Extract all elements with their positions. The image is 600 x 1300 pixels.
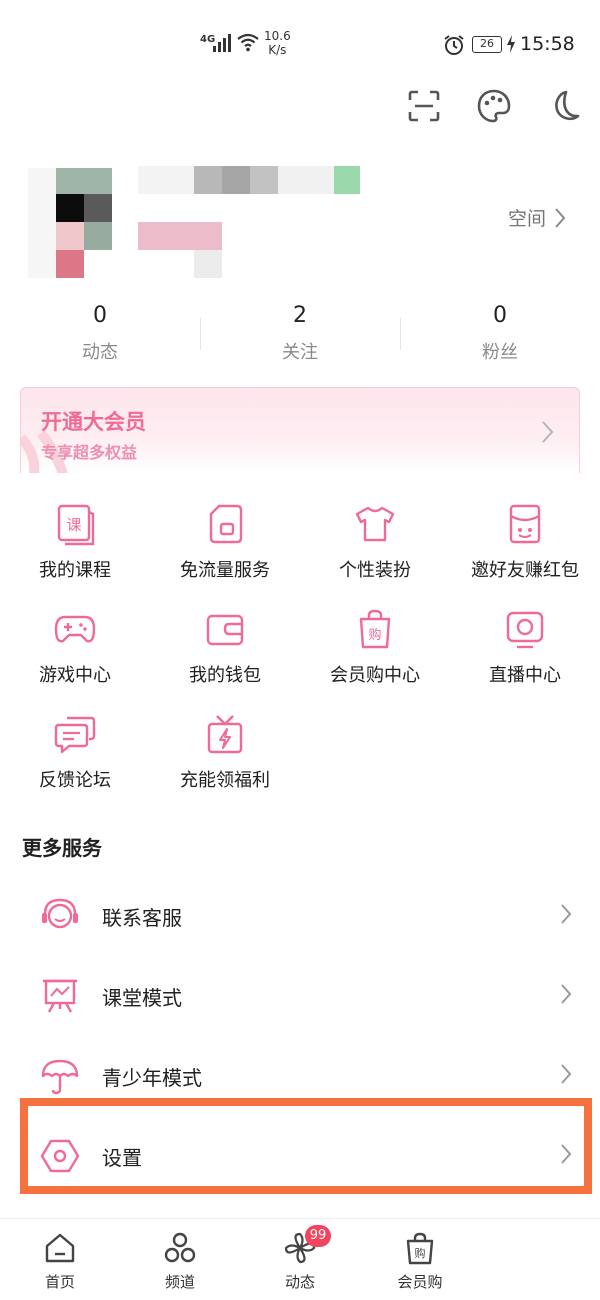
- shopping-bag-icon: 购: [406, 1232, 434, 1265]
- service-label: 免流量服务: [180, 560, 270, 581]
- tshirt-icon: [355, 506, 395, 542]
- headset-icon: [42, 898, 78, 929]
- space-label: 空间: [508, 208, 547, 230]
- nav-channels[interactable]: 频道: [135, 1231, 225, 1292]
- stat-value: 0: [493, 303, 507, 328]
- nav-label: 动态: [284, 1273, 315, 1291]
- wallet-icon: [206, 614, 244, 646]
- nav-label: 频道: [164, 1273, 195, 1291]
- stat-value: 2: [293, 303, 307, 328]
- service-invite-friends[interactable]: 邀好友赚红包: [450, 502, 600, 592]
- service-feedback-forum[interactable]: 反馈论坛: [0, 712, 150, 802]
- nav-home[interactable]: 首页: [15, 1231, 105, 1292]
- gamepad-icon: [54, 615, 96, 643]
- stats-bar: 0 动态 2 关注 0 粉丝: [0, 300, 600, 372]
- stat-label: 粉丝: [482, 342, 518, 363]
- service-live-center[interactable]: 直播中心: [450, 607, 600, 697]
- service-label: 个性装扮: [339, 560, 411, 581]
- chevron-right-icon: [561, 984, 572, 1004]
- nav-label: 首页: [44, 1273, 75, 1291]
- svg-text:购: 购: [415, 1246, 426, 1260]
- list-item-classroom-mode[interactable]: 课堂模式: [20, 956, 580, 1036]
- service-label: 直播中心: [489, 665, 561, 686]
- nav-dynamics[interactable]: 99 动态: [255, 1225, 345, 1292]
- alarm-icon: [444, 35, 464, 55]
- chat-bubbles-icon: [54, 716, 96, 754]
- umbrella-icon: [41, 1059, 79, 1095]
- vip-banner[interactable]: 开通大会员 专享超多权益: [20, 387, 580, 473]
- nav-label: 会员购: [397, 1273, 443, 1291]
- chevron-right-icon: [561, 1064, 572, 1084]
- service-game-center[interactable]: 游戏中心: [0, 607, 150, 697]
- service-wallet[interactable]: 我的钱包: [150, 607, 300, 697]
- avatar[interactable]: [28, 164, 124, 282]
- service-label: 会员购中心: [330, 665, 420, 686]
- vip-subtitle: 专享超多权益: [41, 443, 138, 462]
- list-item-label: 课堂模式: [102, 986, 182, 1010]
- network-speed: 10.6 K/s: [264, 29, 291, 57]
- service-data-free[interactable]: 免流量服务: [150, 502, 300, 592]
- stat-followers[interactable]: 0 粉丝: [400, 300, 600, 372]
- service-decoration[interactable]: 个性装扮: [300, 502, 450, 592]
- gift-bolt-icon: [207, 715, 243, 754]
- list-item-label: 青少年模式: [102, 1066, 202, 1090]
- username-blurred: [138, 166, 364, 278]
- channels-icon: [164, 1232, 196, 1263]
- more-services-title: 更多服务: [22, 836, 102, 860]
- battery-level: 26: [472, 36, 502, 53]
- list-item-label: 联系客服: [102, 906, 182, 930]
- list-item-customer-service[interactable]: 联系客服: [20, 876, 580, 956]
- speed-value: 10.6: [264, 29, 291, 43]
- notification-badge: 99: [305, 1225, 331, 1247]
- svg-text:购: 购: [368, 627, 381, 643]
- chevron-right-icon: [555, 207, 566, 228]
- vip-title: 开通大会员: [41, 410, 146, 434]
- status-bar: 4G 10.6 K/s 26 15:58: [0, 0, 600, 80]
- stat-value: 0: [93, 303, 107, 328]
- service-label: 充能领福利: [180, 770, 270, 791]
- service-charge-benefits[interactable]: 充能领福利: [150, 712, 300, 802]
- chevron-right-icon: [561, 904, 572, 924]
- settings-highlight-box: [20, 1098, 592, 1194]
- stat-label: 关注: [282, 342, 318, 363]
- palette-icon[interactable]: [476, 88, 512, 124]
- scan-icon[interactable]: [406, 88, 442, 124]
- live-tv-icon: [506, 611, 544, 649]
- stat-posts[interactable]: 0 动态: [0, 300, 200, 372]
- bottom-nav: 首页 频道 99 动态 购 会员购: [0, 1218, 600, 1300]
- course-book-icon: 课: [57, 504, 95, 546]
- wifi-icon: [237, 33, 259, 52]
- red-packet-icon: [509, 504, 541, 544]
- shopping-bag-icon: 购: [359, 609, 391, 649]
- nav-member-shop[interactable]: 购 会员购: [375, 1231, 465, 1292]
- stat-label: 动态: [82, 342, 118, 363]
- service-label: 反馈论坛: [39, 770, 111, 791]
- service-label: 我的钱包: [189, 665, 261, 686]
- signal-icon: [213, 34, 231, 52]
- clock: 15:58: [520, 33, 575, 55]
- service-label: 游戏中心: [39, 665, 111, 686]
- moon-icon[interactable]: [546, 88, 582, 124]
- svg-text:课: 课: [66, 516, 81, 534]
- charging-icon: [507, 35, 515, 53]
- space-link[interactable]: 空间: [508, 204, 566, 231]
- stat-following[interactable]: 2 关注: [200, 300, 400, 372]
- speed-unit: K/s: [268, 43, 287, 57]
- home-icon: [45, 1233, 75, 1263]
- service-my-courses[interactable]: 课 我的课程: [0, 502, 150, 592]
- service-member-shop[interactable]: 购 会员购中心: [300, 607, 450, 697]
- classroom-board-icon: [43, 979, 77, 1013]
- service-label: 我的课程: [39, 560, 111, 581]
- service-label: 邀好友赚红包: [471, 560, 579, 581]
- chevron-right-icon: [542, 421, 554, 443]
- sim-card-icon: [209, 504, 243, 544]
